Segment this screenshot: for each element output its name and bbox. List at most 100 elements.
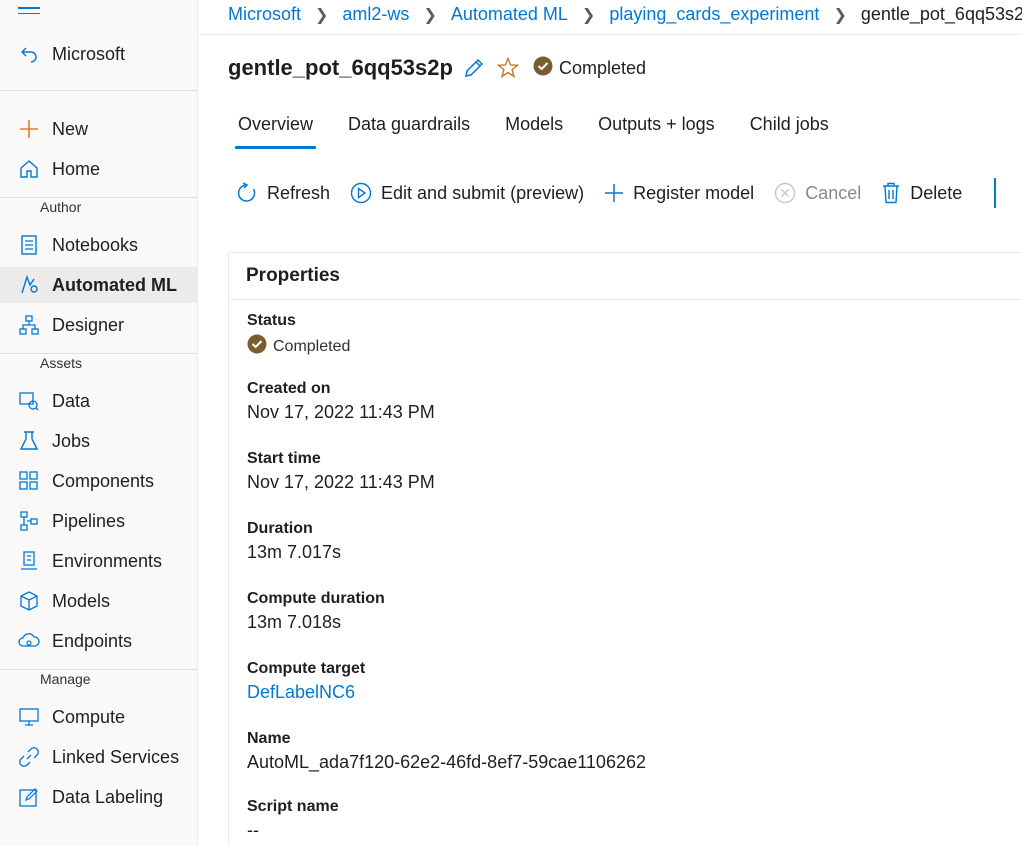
nav-pipelines[interactable]: Pipelines xyxy=(0,503,197,539)
nav-label: Designer xyxy=(52,314,125,335)
delete-label: Delete xyxy=(910,182,963,203)
nav-environments[interactable]: Environments xyxy=(0,543,197,579)
section-author: Author xyxy=(40,199,82,215)
edit-submit-button[interactable]: Edit and submit (preview) xyxy=(350,182,584,204)
cancel-button[interactable]: Cancel xyxy=(774,182,861,204)
prop-label: Script name xyxy=(247,798,339,815)
tab-models[interactable]: Models xyxy=(505,114,563,149)
prop-label: Name xyxy=(247,730,291,747)
divider xyxy=(0,353,197,354)
prop-compute-target: Compute target DefLabelNC6 xyxy=(247,660,365,703)
divider xyxy=(198,34,1022,35)
designer-icon xyxy=(18,314,40,336)
divider xyxy=(0,669,197,670)
delete-button[interactable]: Delete xyxy=(881,182,962,204)
breadcrumb-current-job: gentle_pot_6qq53s2p xyxy=(860,4,1022,24)
data-icon xyxy=(18,390,40,412)
tab-overview[interactable]: Overview xyxy=(234,114,317,149)
prop-script-name: Script name -- xyxy=(247,798,339,841)
nav-automated-ml[interactable]: Automated ML xyxy=(0,267,197,303)
back-to-workspace[interactable]: Microsoft xyxy=(0,36,197,72)
nav-new[interactable]: New xyxy=(0,111,197,147)
nav-designer[interactable]: Designer xyxy=(0,307,197,343)
left-nav: Microsoft New Home Author Notebooks Auto… xyxy=(0,0,198,846)
nav-label: Jobs xyxy=(52,430,91,451)
tab-outputs-logs[interactable]: Outputs + logs xyxy=(598,114,715,149)
plus-icon xyxy=(18,118,40,140)
breadcrumb-workspace-root[interactable]: Microsoft xyxy=(228,4,301,25)
overflow-separator xyxy=(994,178,997,208)
checkmark-circle-icon xyxy=(247,334,267,359)
main-content: Microsoft ❯ aml2-ws ❯ Automated ML ❯ pla… xyxy=(198,0,1022,846)
breadcrumb-experiment[interactable]: playing_cards_experiment xyxy=(609,4,819,25)
prop-name: Name AutoML_ada7f120-62e2-46fd-8ef7-59ca… xyxy=(247,730,646,773)
breadcrumb-automated-ml[interactable]: Automated ML xyxy=(451,4,568,25)
breadcrumb: Microsoft ❯ aml2-ws ❯ Automated ML ❯ pla… xyxy=(228,4,1022,25)
nav-label: Pipelines xyxy=(52,510,126,531)
chevron-right-icon: ❯ xyxy=(581,6,596,24)
checkmark-circle-icon xyxy=(533,56,553,81)
divider xyxy=(0,197,197,198)
register-model-label: Register model xyxy=(633,182,755,203)
monitor-icon xyxy=(18,706,40,728)
nav-label: Components xyxy=(52,470,155,491)
prop-status: Status Completed xyxy=(247,312,350,359)
nav-label: Data Labeling xyxy=(52,786,164,807)
cloud-endpoint-icon xyxy=(18,630,40,652)
prop-value: -- xyxy=(247,820,259,840)
prop-value: Completed xyxy=(273,337,351,355)
prop-label: Created on xyxy=(247,380,331,397)
status-text: Completed xyxy=(558,57,646,78)
plus-icon xyxy=(604,183,624,203)
edit-box-icon xyxy=(18,786,40,808)
nav-label: Home xyxy=(52,158,101,179)
nav-components[interactable]: Components xyxy=(0,463,197,499)
star-icon[interactable] xyxy=(496,57,519,79)
cancel-circle-icon xyxy=(774,182,796,204)
refresh-icon xyxy=(236,182,258,204)
properties-card: Properties Status Completed Created on N… xyxy=(228,252,1022,846)
nav-data[interactable]: Data xyxy=(0,383,197,419)
nav-label: Linked Services xyxy=(52,746,180,767)
prop-value: 13m 7.018s xyxy=(247,612,342,632)
nav-models[interactable]: Models xyxy=(0,583,197,619)
cube-icon xyxy=(18,590,40,612)
prop-value: Nov 17, 2022 11:43 PM xyxy=(247,402,435,422)
link-icon xyxy=(18,746,40,768)
section-manage: Manage xyxy=(40,671,91,687)
prop-value: 13m 7.017s xyxy=(247,542,342,562)
nav-label: Notebooks xyxy=(52,234,139,255)
page-title: gentle_pot_6qq53s2p xyxy=(228,55,453,80)
prop-created-on: Created on Nov 17, 2022 11:43 PM xyxy=(247,380,435,423)
nav-data-labeling[interactable]: Data Labeling xyxy=(0,779,197,815)
nav-label: Data xyxy=(52,390,91,411)
prop-duration: Duration 13m 7.017s xyxy=(247,520,341,563)
prop-compute-duration: Compute duration 13m 7.018s xyxy=(247,590,385,633)
job-header: gentle_pot_6qq53s2p Completed xyxy=(228,55,646,81)
nav-linked-services[interactable]: Linked Services xyxy=(0,739,197,775)
nav-endpoints[interactable]: Endpoints xyxy=(0,623,197,659)
status-badge: Completed xyxy=(533,56,646,81)
nav-home[interactable]: Home xyxy=(0,151,197,187)
nav-notebooks[interactable]: Notebooks xyxy=(0,227,197,263)
nav-label: Compute xyxy=(52,706,126,727)
compute-target-link[interactable]: DefLabelNC6 xyxy=(247,682,365,703)
breadcrumb-workspace[interactable]: aml2-ws xyxy=(342,4,409,25)
play-circle-icon xyxy=(350,182,372,204)
pencil-icon[interactable] xyxy=(463,57,485,79)
properties-header: Properties xyxy=(229,253,1022,300)
prop-value: Nov 17, 2022 11:43 PM xyxy=(247,472,435,492)
divider xyxy=(0,90,197,91)
hamburger-menu-icon[interactable] xyxy=(18,4,40,20)
tab-child-jobs[interactable]: Child jobs xyxy=(750,114,829,149)
environments-icon xyxy=(18,550,40,572)
tab-bar: Overview Data guardrails Models Outputs … xyxy=(234,114,864,149)
pipelines-icon xyxy=(18,510,40,532)
nav-jobs[interactable]: Jobs xyxy=(0,423,197,459)
section-assets: Assets xyxy=(40,355,83,371)
nav-compute[interactable]: Compute xyxy=(0,699,197,735)
register-model-button[interactable]: Register model xyxy=(604,183,754,204)
refresh-button[interactable]: Refresh xyxy=(236,182,330,204)
tab-data-guardrails[interactable]: Data guardrails xyxy=(348,114,470,149)
prop-label: Start time xyxy=(247,450,321,467)
